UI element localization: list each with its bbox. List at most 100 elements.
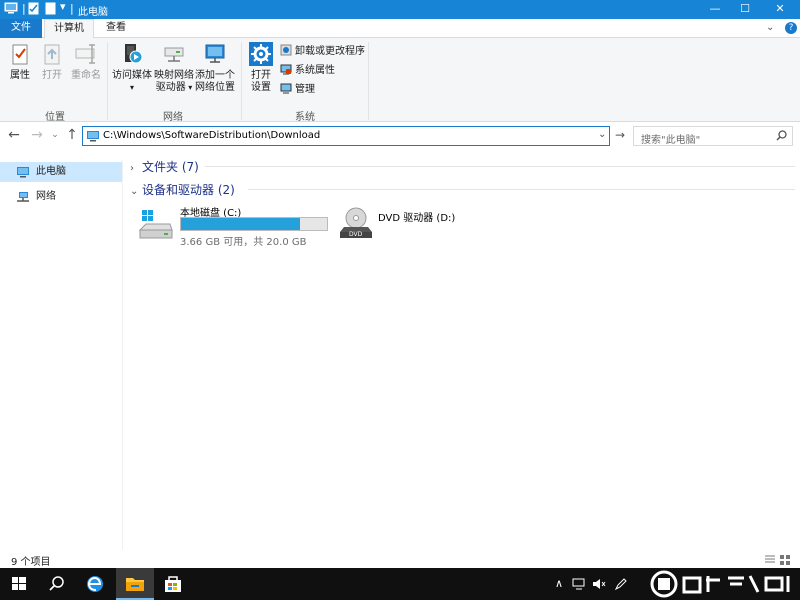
network-drive-icon bbox=[162, 42, 186, 66]
taskbar-search-button[interactable] bbox=[38, 568, 76, 600]
drive-c-usage-fill bbox=[181, 218, 301, 230]
ribbon-separator bbox=[107, 42, 108, 120]
recent-locations-chevron-icon[interactable]: ⌄ bbox=[47, 127, 63, 143]
add-location-label-line2: 网络位置 bbox=[195, 82, 235, 93]
volume-muted-icon[interactable] bbox=[592, 577, 606, 594]
dvd-drive-icon-label: DVD bbox=[349, 231, 363, 238]
open-settings-button[interactable]: 打开 设置 bbox=[246, 42, 276, 94]
uninstall-program-button[interactable]: 卸载或更改程序 bbox=[280, 44, 365, 60]
properties-button[interactable]: 属性 bbox=[6, 42, 34, 82]
map-drive-label-line1: 映射网络 bbox=[154, 70, 194, 81]
back-arrow-icon[interactable]: ← bbox=[6, 127, 22, 143]
forward-arrow-icon[interactable]: → bbox=[29, 127, 45, 143]
address-path-text: C:\Windows\SoftwareDistribution\Download bbox=[103, 130, 321, 141]
rename-icon bbox=[74, 42, 98, 66]
tab-computer[interactable]: 计算机 bbox=[44, 19, 94, 39]
tab-view[interactable]: 查看 bbox=[96, 19, 136, 38]
up-arrow-icon[interactable]: ↑ bbox=[64, 127, 80, 143]
search-input[interactable]: 搜索"此电脑" bbox=[633, 126, 793, 146]
taskbar-edge-button[interactable] bbox=[76, 568, 114, 600]
map-drive-label-line2: 驱动器 bbox=[155, 82, 186, 93]
tab-file[interactable]: 文件 bbox=[0, 19, 42, 38]
title-separator: | bbox=[70, 2, 74, 15]
quick-access-new-folder-icon[interactable] bbox=[45, 2, 56, 18]
map-network-drive-button[interactable]: 映射网络 驱动器 ▾ bbox=[154, 42, 194, 94]
nav-item-label: 此电脑 bbox=[36, 166, 66, 177]
nav-item-network[interactable]: 网络 bbox=[0, 187, 122, 207]
devices-section-label: 设备和驱动器 (2) bbox=[142, 183, 235, 197]
media-icon bbox=[120, 42, 144, 66]
navigation-pane: 此电脑 网络 bbox=[0, 160, 123, 550]
open-label: 打开 bbox=[42, 70, 62, 81]
details-view-icon[interactable] bbox=[765, 554, 775, 568]
help-icon[interactable]: ? bbox=[785, 22, 797, 34]
open-settings-label-line2: 设置 bbox=[251, 82, 271, 93]
manage-label: 管理 bbox=[295, 84, 315, 95]
pen-workspace-icon[interactable] bbox=[614, 577, 628, 594]
add-network-location-button[interactable]: 添加一个 网络位置 bbox=[195, 42, 235, 94]
maximize-button[interactable]: ☐ bbox=[730, 1, 760, 19]
access-media-button[interactable]: 访问媒体 ▾ bbox=[112, 42, 152, 94]
nav-item-label: 网络 bbox=[36, 191, 56, 202]
location-group-label: 位置 bbox=[45, 112, 65, 123]
content-area: › 文件夹 (7) ⌄ 设备和驱动器 (2) 本地磁盘 (C:) 3.66 GB 可… bbox=[124, 150, 800, 550]
ribbon-separator bbox=[241, 42, 242, 120]
ribbon-expand-chevron-icon[interactable]: ⌄ bbox=[766, 22, 774, 33]
open-icon bbox=[40, 42, 64, 66]
address-input[interactable]: C:\Windows\SoftwareDistribution\Download… bbox=[82, 126, 610, 146]
manage-button[interactable]: 管理 bbox=[280, 82, 315, 98]
network-group-label: 网络 bbox=[163, 112, 183, 123]
rename-label: 重命名 bbox=[71, 70, 101, 81]
system-properties-button[interactable]: 系统属性 bbox=[280, 63, 335, 79]
ribbon-tab-bar: 文件 计算机 查看 ⌄ ? bbox=[0, 19, 800, 39]
taskbar: ∧ bbox=[0, 568, 800, 600]
drive-c-usage-bar bbox=[180, 217, 328, 231]
large-icons-view-icon[interactable] bbox=[780, 554, 790, 568]
start-button[interactable] bbox=[0, 568, 38, 600]
address-bar-row: ← → ⌄ ↑ C:\Windows\SoftwareDistribution\… bbox=[0, 122, 800, 150]
windows-logo-icon bbox=[12, 577, 26, 590]
close-button[interactable]: ✕ bbox=[765, 1, 795, 19]
properties-label: 属性 bbox=[10, 70, 30, 81]
network-tray-icon[interactable] bbox=[572, 577, 586, 594]
address-dropdown-chevron-icon[interactable]: ⌄ bbox=[598, 129, 606, 140]
taskbar-search-icon bbox=[49, 576, 64, 591]
devices-section-header[interactable]: ⌄ 设备和驱动器 (2) bbox=[130, 181, 795, 198]
rename-button[interactable]: 重命名 bbox=[70, 42, 102, 82]
this-pc-small-icon bbox=[86, 130, 100, 145]
nav-item-this-pc[interactable]: 此电脑 bbox=[0, 162, 122, 182]
taskbar-file-explorer-button[interactable] bbox=[116, 568, 154, 600]
ribbon: 属性 打开 重命名 位置 访问媒体 ▾ 映射网络 驱动器 ▾ 添加一个 网络位置 bbox=[0, 38, 800, 123]
window-title: 此电脑 bbox=[78, 7, 108, 18]
status-bar: 9 个项目 bbox=[0, 550, 800, 568]
drive-c-tile[interactable]: 本地磁盘 (C:) 3.66 GB 可用，共 20.0 GB bbox=[136, 202, 336, 248]
item-count: 9 个项目 bbox=[11, 557, 51, 568]
quick-access-dropdown-icon[interactable]: ▾ bbox=[60, 0, 66, 13]
uninstall-label: 卸载或更改程序 bbox=[295, 46, 365, 57]
drive-d-tile[interactable]: DVD DVD 驱动器 (D:) bbox=[338, 202, 538, 244]
drive-d-name: DVD 驱动器 (D:) bbox=[378, 213, 456, 224]
go-arrow-icon[interactable]: → bbox=[612, 127, 628, 143]
search-icon bbox=[776, 130, 787, 144]
manage-icon bbox=[280, 82, 292, 94]
network-location-icon bbox=[203, 42, 227, 66]
window-app-icon[interactable] bbox=[4, 2, 18, 17]
network-icon bbox=[16, 191, 30, 203]
open-button[interactable]: 打开 bbox=[38, 42, 66, 82]
drive-c-free-space: 3.66 GB 可用，共 20.0 GB bbox=[180, 237, 307, 248]
section-divider bbox=[248, 189, 795, 190]
search-placeholder: 搜索"此电脑" bbox=[641, 135, 701, 146]
quick-access-separator: | bbox=[22, 2, 26, 15]
system-properties-icon bbox=[280, 63, 292, 75]
ribbon-separator bbox=[368, 42, 369, 120]
uninstall-icon bbox=[280, 44, 292, 56]
folders-section-label: 文件夹 (7) bbox=[142, 160, 199, 174]
properties-icon bbox=[8, 42, 32, 66]
minimize-button[interactable]: — bbox=[700, 1, 730, 19]
collapse-chevron-icon: ⌄ bbox=[130, 186, 139, 197]
show-hidden-icons-chevron-icon[interactable]: ∧ bbox=[555, 577, 563, 590]
edge-browser-icon bbox=[87, 576, 103, 592]
folders-section-header[interactable]: › 文件夹 (7) bbox=[130, 158, 795, 175]
taskbar-store-button[interactable] bbox=[154, 568, 192, 600]
quick-access-properties-icon[interactable] bbox=[28, 2, 39, 18]
